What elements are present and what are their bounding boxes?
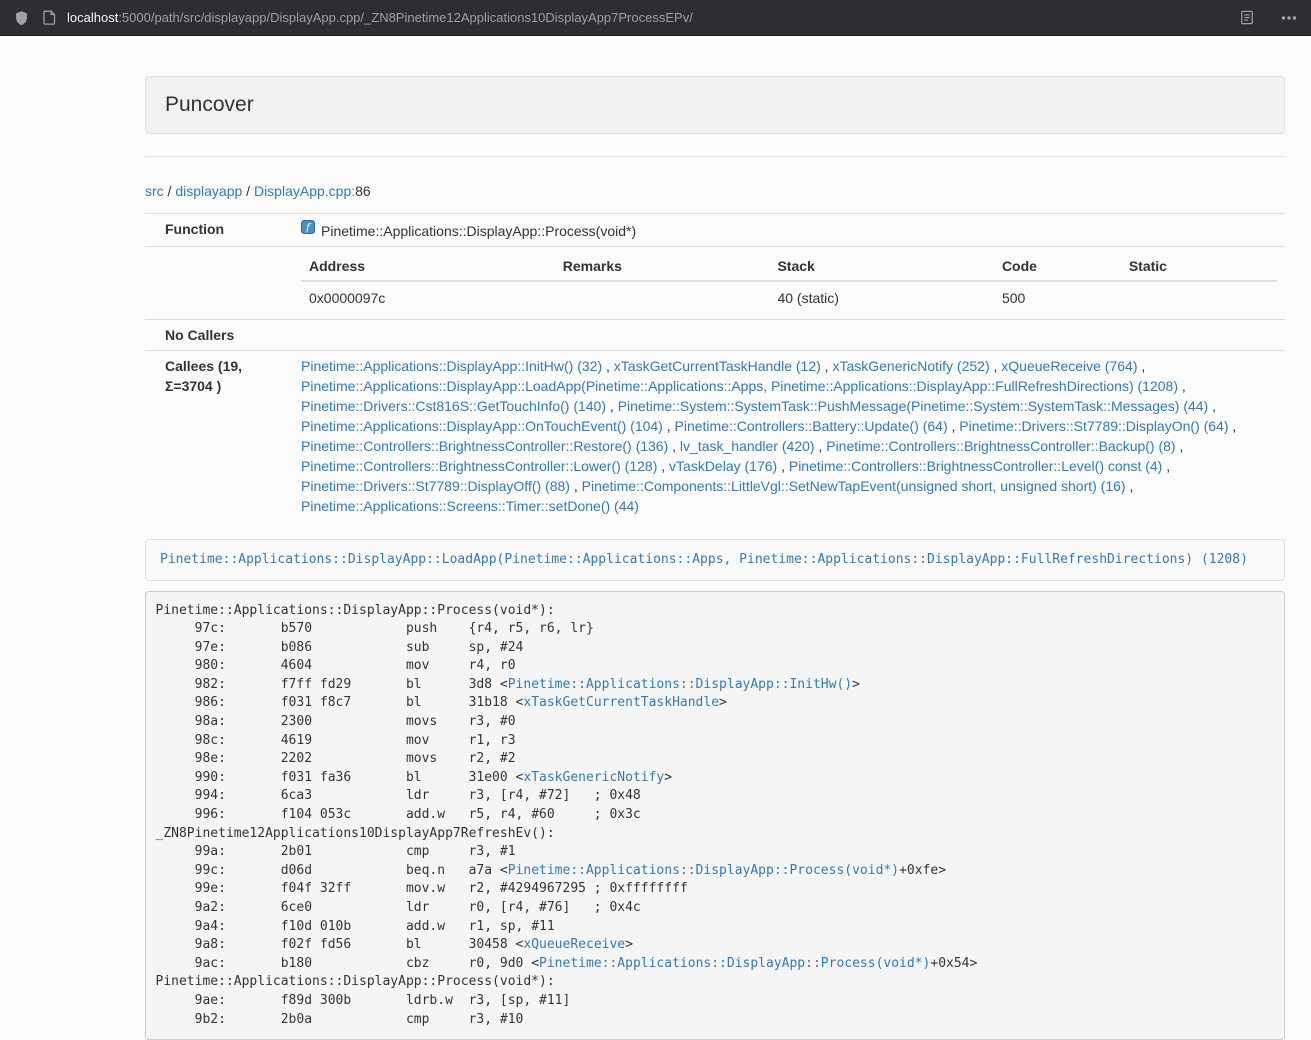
breadcrumb-separator: / <box>164 183 176 199</box>
shield-icon[interactable] <box>14 10 29 26</box>
code-symbol-link[interactable]: Pinetime::Applications::DisplayApp::Proc… <box>508 863 899 878</box>
page-container: Puncover src / displayapp / DisplayApp.c… <box>145 76 1285 1040</box>
code-symbol-link[interactable]: xQueueReceive <box>523 937 625 952</box>
function-icon: f <box>301 219 315 239</box>
callee-link[interactable]: xTaskGenericNotify (252) <box>832 358 989 374</box>
url-path: :5000/path/src/displayapp/DisplayApp.cpp… <box>118 10 693 25</box>
page-title: Puncover <box>165 93 1265 117</box>
callee-link[interactable]: Pinetime::System::SystemTask::PushMessag… <box>618 398 1209 414</box>
stats-row: AddressRemarksStackCodeStatic 0x0000097c… <box>145 247 1285 320</box>
callee-link[interactable]: Pinetime::Controllers::BrightnessControl… <box>826 438 1175 454</box>
function-name: Pinetime::Applications::DisplayApp::Proc… <box>321 223 636 239</box>
breadcrumb: src / displayapp / DisplayApp.cpp:86 <box>145 183 1285 199</box>
browser-url-bar: localhost:5000/path/src/displayapp/Displ… <box>0 0 1311 36</box>
stats-value <box>555 281 770 314</box>
highlighted-symbol-panel: Pinetime::Applications::DisplayApp::Load… <box>145 539 1285 581</box>
stats-header: Remarks <box>555 252 770 281</box>
stats-table: AddressRemarksStackCodeStatic 0x0000097c… <box>301 252 1277 314</box>
callee-link[interactable]: xTaskGetCurrentTaskHandle (12) <box>614 358 821 374</box>
callee-link[interactable]: Pinetime::Applications::DisplayApp::Load… <box>301 378 1178 394</box>
function-name-cell: f Pinetime::Applications::DisplayApp::Pr… <box>293 214 1285 247</box>
callees-label: Callees (19, Σ=3704 ) <box>145 351 293 522</box>
menu-ellipsis-icon[interactable] <box>1281 15 1297 21</box>
stats-value-row: 0x0000097c 40 (static)500 <box>301 281 1277 314</box>
callees-list: Pinetime::Applications::DisplayApp::Init… <box>293 351 1285 522</box>
callee-link[interactable]: Pinetime::Controllers::BrightnessControl… <box>301 438 668 454</box>
code-symbol-link[interactable]: xTaskGenericNotify <box>523 770 664 785</box>
callee-link[interactable]: vTaskDelay (176) <box>669 458 777 474</box>
callee-link[interactable]: lv_task_handler (420) <box>680 438 815 454</box>
url-host: localhost <box>67 10 118 25</box>
callees-row: Callees (19, Σ=3704 ) Pinetime::Applicat… <box>145 351 1285 522</box>
divider <box>145 156 1285 157</box>
callee-link[interactable]: Pinetime::Components::LittleVgl::SetNewT… <box>582 478 1126 494</box>
stats-header: Code <box>994 252 1121 281</box>
callee-link[interactable]: Pinetime::Drivers::St7789::DisplayOn() (… <box>959 418 1228 434</box>
callee-link[interactable]: Pinetime::Drivers::Cst816S::GetTouchInfo… <box>301 398 606 414</box>
callee-link[interactable]: xQueueReceive (764) <box>1001 358 1137 374</box>
callee-link[interactable]: Pinetime::Controllers::Battery::Update()… <box>675 418 948 434</box>
function-label: Function <box>145 214 293 247</box>
code-symbol-link[interactable]: xTaskGetCurrentTaskHandle <box>523 695 719 710</box>
stats-value: 0x0000097c <box>301 281 555 314</box>
page-header: Puncover <box>145 76 1285 134</box>
disassembly: Pinetime::Applications::DisplayApp::Proc… <box>145 591 1285 1040</box>
breadcrumb-link[interactable]: src <box>145 183 164 199</box>
breadcrumb-separator: / <box>242 183 254 199</box>
callee-link[interactable]: Pinetime::Applications::DisplayApp::OnTo… <box>301 418 663 434</box>
callee-link[interactable]: Pinetime::Drivers::St7789::DisplayOff() … <box>301 478 570 494</box>
function-table: Function f Pinetime::Applications::Displ… <box>145 213 1285 521</box>
page-info-icon[interactable] <box>43 10 56 25</box>
stats-header: Static <box>1121 252 1277 281</box>
callee-link[interactable]: Pinetime::Controllers::BrightnessControl… <box>789 458 1162 474</box>
callee-link[interactable]: Pinetime::Applications::DisplayApp::Init… <box>301 358 602 374</box>
breadcrumb-link[interactable]: displayapp <box>175 183 242 199</box>
no-callers-label: No Callers <box>145 320 293 351</box>
breadcrumb-line-number: 86 <box>355 183 371 199</box>
function-row: Function f Pinetime::Applications::Displ… <box>145 214 1285 247</box>
stats-value: 500 <box>994 281 1121 314</box>
callee-link[interactable]: Pinetime::Applications::Screens::Timer::… <box>301 498 639 514</box>
stats-header: Address <box>301 252 555 281</box>
stats-value <box>1121 281 1277 314</box>
highlighted-symbol-link[interactable]: Pinetime::Applications::DisplayApp::Load… <box>160 552 1248 567</box>
callee-link[interactable]: Pinetime::Controllers::BrightnessControl… <box>301 458 657 474</box>
stats-header: Stack <box>769 252 993 281</box>
code-symbol-link[interactable]: Pinetime::Applications::DisplayApp::Init… <box>508 677 852 692</box>
no-callers-row: No Callers <box>145 320 1285 351</box>
code-symbol-link[interactable]: Pinetime::Applications::DisplayApp::Proc… <box>539 956 930 971</box>
stats-value: 40 (static) <box>769 281 993 314</box>
stats-header-row: AddressRemarksStackCodeStatic <box>301 252 1277 281</box>
url-text[interactable]: localhost:5000/path/src/displayapp/Displ… <box>67 10 1240 25</box>
breadcrumb-file-link[interactable]: DisplayApp.cpp: <box>254 183 355 199</box>
reader-mode-icon[interactable] <box>1240 10 1254 25</box>
